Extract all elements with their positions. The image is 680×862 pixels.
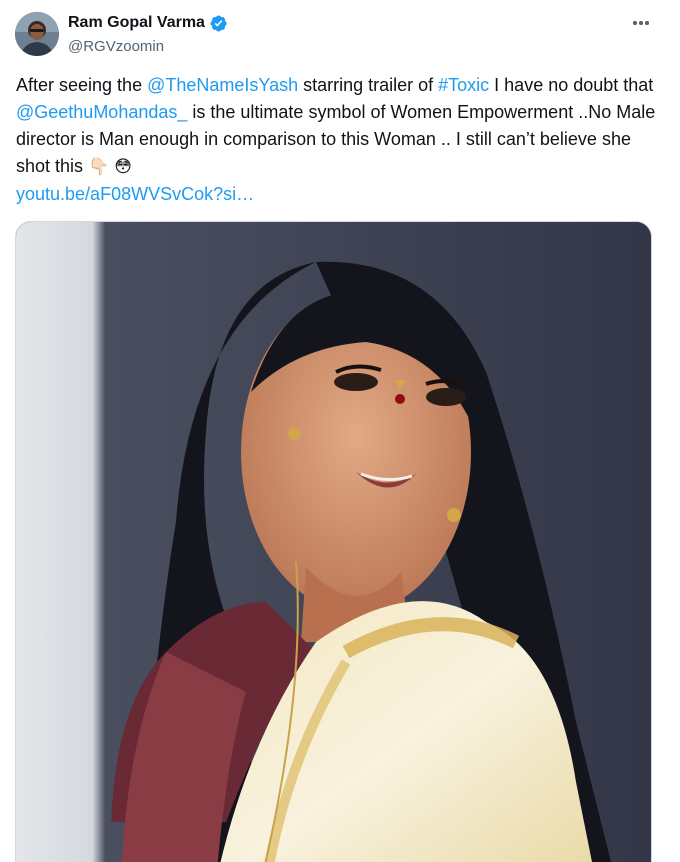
author-display-name[interactable]: Ram Gopal Varma: [68, 14, 205, 32]
tweet-text-segment: starring trailer of: [298, 75, 439, 95]
more-dot: [639, 21, 643, 25]
tweet-text: After seeing the @TheNameIsYash starring…: [16, 72, 656, 208]
more-options-button[interactable]: [628, 12, 654, 34]
more-horizontal-icon: [633, 21, 637, 25]
tweet-card: Ram Gopal Varma @RGVzoomin After seeing …: [0, 0, 680, 862]
mention-link-geethu[interactable]: @GeethuMohandas_: [16, 102, 187, 122]
author-avatar[interactable]: [15, 12, 59, 56]
portrait-photo: [16, 222, 651, 862]
author-name-row: Ram Gopal Varma: [68, 12, 228, 34]
mention-link-yash[interactable]: @TheNameIsYash: [147, 75, 298, 95]
tweet-media-photo[interactable]: [15, 221, 652, 862]
tweet-text-segment: After seeing the: [16, 75, 148, 95]
flushed-face-emoji-icon: 😳: [114, 157, 132, 177]
more-dot: [645, 21, 649, 25]
tweet-text-segment: I have no doubt that: [489, 75, 654, 95]
avatar-image: [15, 12, 59, 56]
author-handle[interactable]: @RGVzoomin: [68, 37, 228, 57]
verified-badge-icon[interactable]: [209, 14, 228, 33]
url-link-youtube[interactable]: youtu.be/aF08WVSvCok?si…: [16, 184, 254, 204]
pointing-down-emoji-icon: 👇🏻: [88, 157, 110, 177]
hashtag-link-toxic[interactable]: #Toxic: [438, 75, 489, 95]
author-info: Ram Gopal Varma @RGVzoomin: [68, 12, 228, 57]
